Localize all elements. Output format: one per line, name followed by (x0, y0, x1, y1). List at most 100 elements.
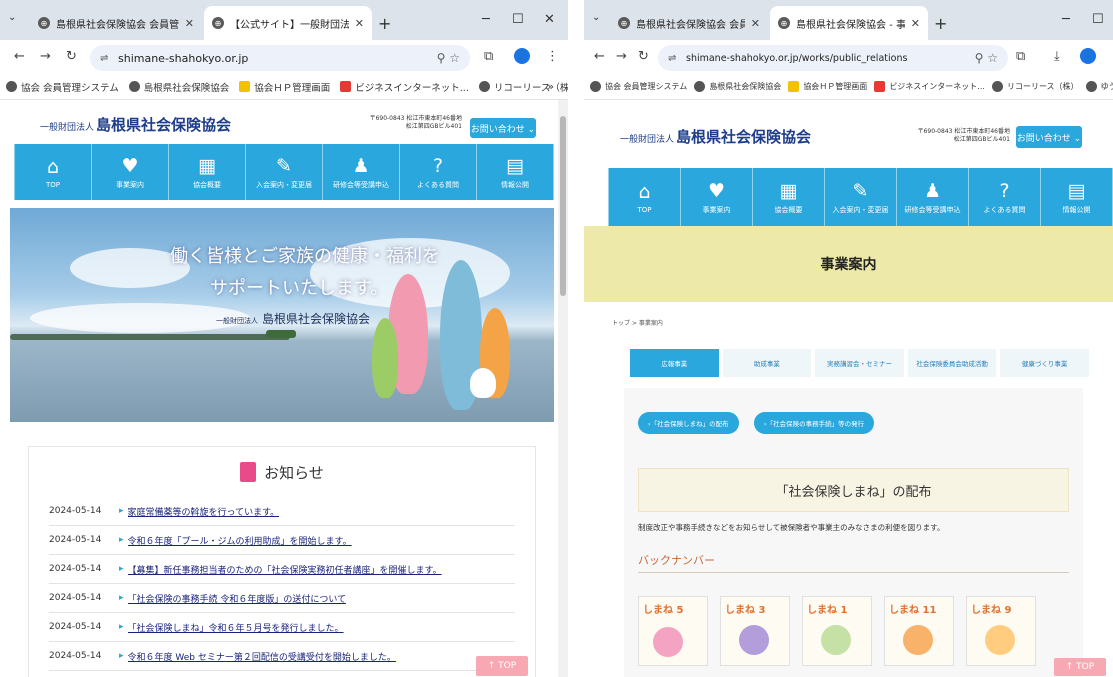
news-item[interactable]: 2024-05-14 ▸ 令和６年度「プール・ジムの利用助成」を開始します。 (49, 526, 515, 555)
breadcrumb[interactable]: トップ > 事業案内 (612, 318, 1113, 327)
tab-member-admin[interactable]: ⊕ 島根県社会保険協会 会員管理 ✕ (30, 6, 202, 40)
bookmark-item[interactable]: ゆうちょダイレクト | ログ... (1085, 81, 1113, 92)
nav-training[interactable]: ♟ 研修会等受講申込 (323, 144, 400, 200)
news-icon (240, 462, 257, 482)
reload-icon[interactable]: ↻ (638, 49, 649, 64)
tab-services[interactable]: ⊕ 島根県社会保険協会 - 事業案内 ✕ (770, 6, 928, 40)
forward-icon[interactable]: → (616, 49, 627, 64)
magazine-cover[interactable]: しまね 9 (966, 596, 1036, 666)
nav-membership[interactable]: ✎ 入会案内・変更届 (246, 144, 323, 200)
close-tab-icon[interactable]: ✕ (751, 17, 760, 30)
menu-icon[interactable]: ⋮ (546, 49, 559, 64)
nav-about[interactable]: ▦ 協会概要 (169, 144, 246, 200)
address-bar-row: ← → ↻ ⇌ shimane-shahokyo.or.jp/works/pub… (584, 40, 1113, 74)
bookmark-item[interactable]: 島根県社会保険協会 (128, 80, 229, 94)
browser-window-left: ⌄ ⊕ 島根県社会保険協会 会員管理 ✕ ⊕ 【公式サイト】一般財団法人 島根県… (0, 0, 568, 677)
tab-search-icon[interactable]: ⌄ (592, 12, 600, 23)
nav-training[interactable]: ♟ 研修会等受講申込 (897, 168, 969, 226)
nav-top[interactable]: ⌂ TOP (608, 168, 681, 226)
tab-member-admin[interactable]: ⊕ 島根県社会保険協会 会員管理 ✕ (610, 6, 768, 40)
url-bar[interactable]: ⇌ shimane-shahokyo.or.jp ⚲ ☆ (90, 45, 470, 71)
scrollbar-thumb[interactable] (560, 116, 566, 296)
back-icon[interactable]: ← (14, 49, 25, 64)
extensions-icon[interactable]: ⧉ (484, 49, 493, 64)
tab-search-icon[interactable]: ⌄ (8, 12, 16, 23)
bookmark-item[interactable]: 協会 会員管理システム (6, 80, 119, 94)
magazine-cover[interactable]: しまね 5 (638, 596, 708, 666)
site-logo[interactable]: 一般財団法人 島根県社会保険協会 (620, 126, 811, 147)
anchor-distribution[interactable]: ›「社会保険しまね」の配布 (638, 412, 739, 434)
zoom-and-bookmark-icons[interactable]: ⚲ ☆ (437, 51, 460, 65)
news-item[interactable]: 2024-05-14 ▸ 令和６年度 Web セミナー第２回配信の受講受付を開始しま… (49, 642, 515, 671)
minimize-icon[interactable]: ─ (482, 12, 490, 27)
subtab-public-relations[interactable]: 広報事業 (630, 349, 719, 377)
divider (638, 572, 1069, 573)
maximize-icon[interactable]: ☐ (512, 12, 524, 27)
news-item[interactable]: 2024-05-14 ▸ 【募集】新任事務担当者のための「社会保険実務初任者講座」を… (49, 555, 515, 584)
bookmark-item[interactable]: リコーリース（株） (478, 80, 568, 94)
bookmark-item[interactable]: リコーリース（株） (991, 81, 1079, 92)
news-item[interactable]: 2024-05-14 ▸ 家庭常備薬等の斡旋を行っています。 (49, 497, 515, 526)
subtab-committee[interactable]: 社会保険委員会助成活動 (907, 349, 997, 377)
nav-faq[interactable]: ? よくある質問 (400, 144, 477, 200)
subtab-subsidies[interactable]: 助成事業 (722, 349, 812, 377)
bookmark-item[interactable]: 協会 会員管理システム (590, 81, 687, 92)
site-info-icon[interactable]: ⇌ (668, 53, 676, 64)
new-tab-button[interactable]: + (378, 14, 391, 33)
backnumber-heading: バックナンバー (638, 554, 715, 567)
bookmark-item[interactable]: ビジネスインターネット... (340, 80, 469, 94)
magazine-cover[interactable]: しまね 1 (802, 596, 872, 666)
bookmark-item[interactable]: 協会ＨＰ管理画面 (788, 81, 867, 92)
close-window-icon[interactable]: ✕ (544, 12, 555, 27)
bookmark-item[interactable]: 協会ＨＰ管理画面 (239, 80, 330, 94)
url-text: shimane-shahokyo.or.jp (118, 51, 249, 65)
nav-services[interactable]: ♥ 事業案内 (92, 144, 169, 200)
minimize-icon[interactable]: ─ (1062, 12, 1070, 27)
url-bar[interactable]: ⇌ shimane-shahokyo.or.jp/works/public_re… (658, 45, 1008, 71)
more-bookmarks-icon[interactable]: » (547, 80, 554, 93)
globe-icon (128, 81, 140, 92)
maximize-icon[interactable]: ☐ (1092, 12, 1104, 27)
nav-membership[interactable]: ✎ 入会案内・変更届 (825, 168, 897, 226)
globe-icon: ⊕ (38, 17, 50, 29)
tab-official-site[interactable]: ⊕ 【公式サイト】一般財団法人 島根県 ✕ (204, 6, 372, 40)
zoom-and-bookmark-icons[interactable]: ⚲ ☆ (975, 51, 998, 65)
extensions-icon[interactable]: ⧉ (1016, 49, 1025, 64)
anchor-procedures[interactable]: ›「社会保険の事務手続」等の発行 (754, 412, 875, 434)
nav-top[interactable]: ⌂ TOP (14, 144, 92, 200)
close-tab-icon[interactable]: ✕ (911, 17, 920, 30)
site-logo[interactable]: 一般財団法人 島根県社会保険協会 (40, 114, 231, 135)
presenter-icon: ♟ (352, 154, 370, 177)
bookmark-item[interactable]: 島根県社会保険協会 (694, 81, 781, 92)
nav-about[interactable]: ▦ 協会概要 (753, 168, 825, 226)
contact-button[interactable]: お問い合わせ ⌄ (470, 118, 536, 138)
island (266, 330, 296, 338)
magazine-cover[interactable]: しまね 3 (720, 596, 790, 666)
close-tab-icon[interactable]: ✕ (185, 17, 194, 30)
subtab-health[interactable]: 健康づくり事業 (1000, 349, 1089, 377)
site-info-icon[interactable]: ⇌ (100, 53, 108, 64)
news-item[interactable]: 2024-05-14 ▸ 「社会保険の事務手続 令和６年度版」の送付について (49, 584, 515, 613)
profile-avatar[interactable]: 👤 (1080, 48, 1096, 64)
subtab-seminars[interactable]: 実務講習会・セミナー (815, 349, 904, 377)
back-to-top-button[interactable]: ↑ TOP (476, 656, 528, 676)
back-to-top-button[interactable]: ↑ TOP (1054, 658, 1106, 676)
tab-title: 【公式サイト】一般財団法人 島根県 (230, 19, 349, 31)
profile-avatar[interactable]: 👤 (514, 48, 530, 64)
close-tab-icon[interactable]: ✕ (355, 17, 364, 30)
nav-disclosure[interactable]: ▤ 情報公開 (477, 144, 554, 200)
nav-faq[interactable]: ? よくある質問 (969, 168, 1041, 226)
document-icon: ▤ (506, 154, 524, 177)
download-icon[interactable]: ⤓ (1054, 49, 1060, 64)
bookmark-item[interactable]: ビジネスインターネット... (874, 81, 985, 92)
site-header: 一般財団法人 島根県社会保険協会 〒690-0843 松江市東本町46番地 松江第… (0, 100, 568, 144)
back-icon[interactable]: ← (594, 49, 605, 64)
nav-disclosure[interactable]: ▤ 情報公開 (1041, 168, 1113, 226)
contact-button[interactable]: お問い合わせ ⌄ (1016, 126, 1082, 148)
news-item[interactable]: 2024-05-14 ▸ 「社会保険しまね」令和６年５月号を発行しました。 (49, 613, 515, 642)
nav-services[interactable]: ♥ 事業案内 (681, 168, 753, 226)
magazine-cover[interactable]: しまね 11 (884, 596, 954, 666)
new-tab-button[interactable]: + (934, 14, 947, 33)
forward-icon[interactable]: → (40, 49, 51, 64)
reload-icon[interactable]: ↻ (66, 49, 77, 64)
